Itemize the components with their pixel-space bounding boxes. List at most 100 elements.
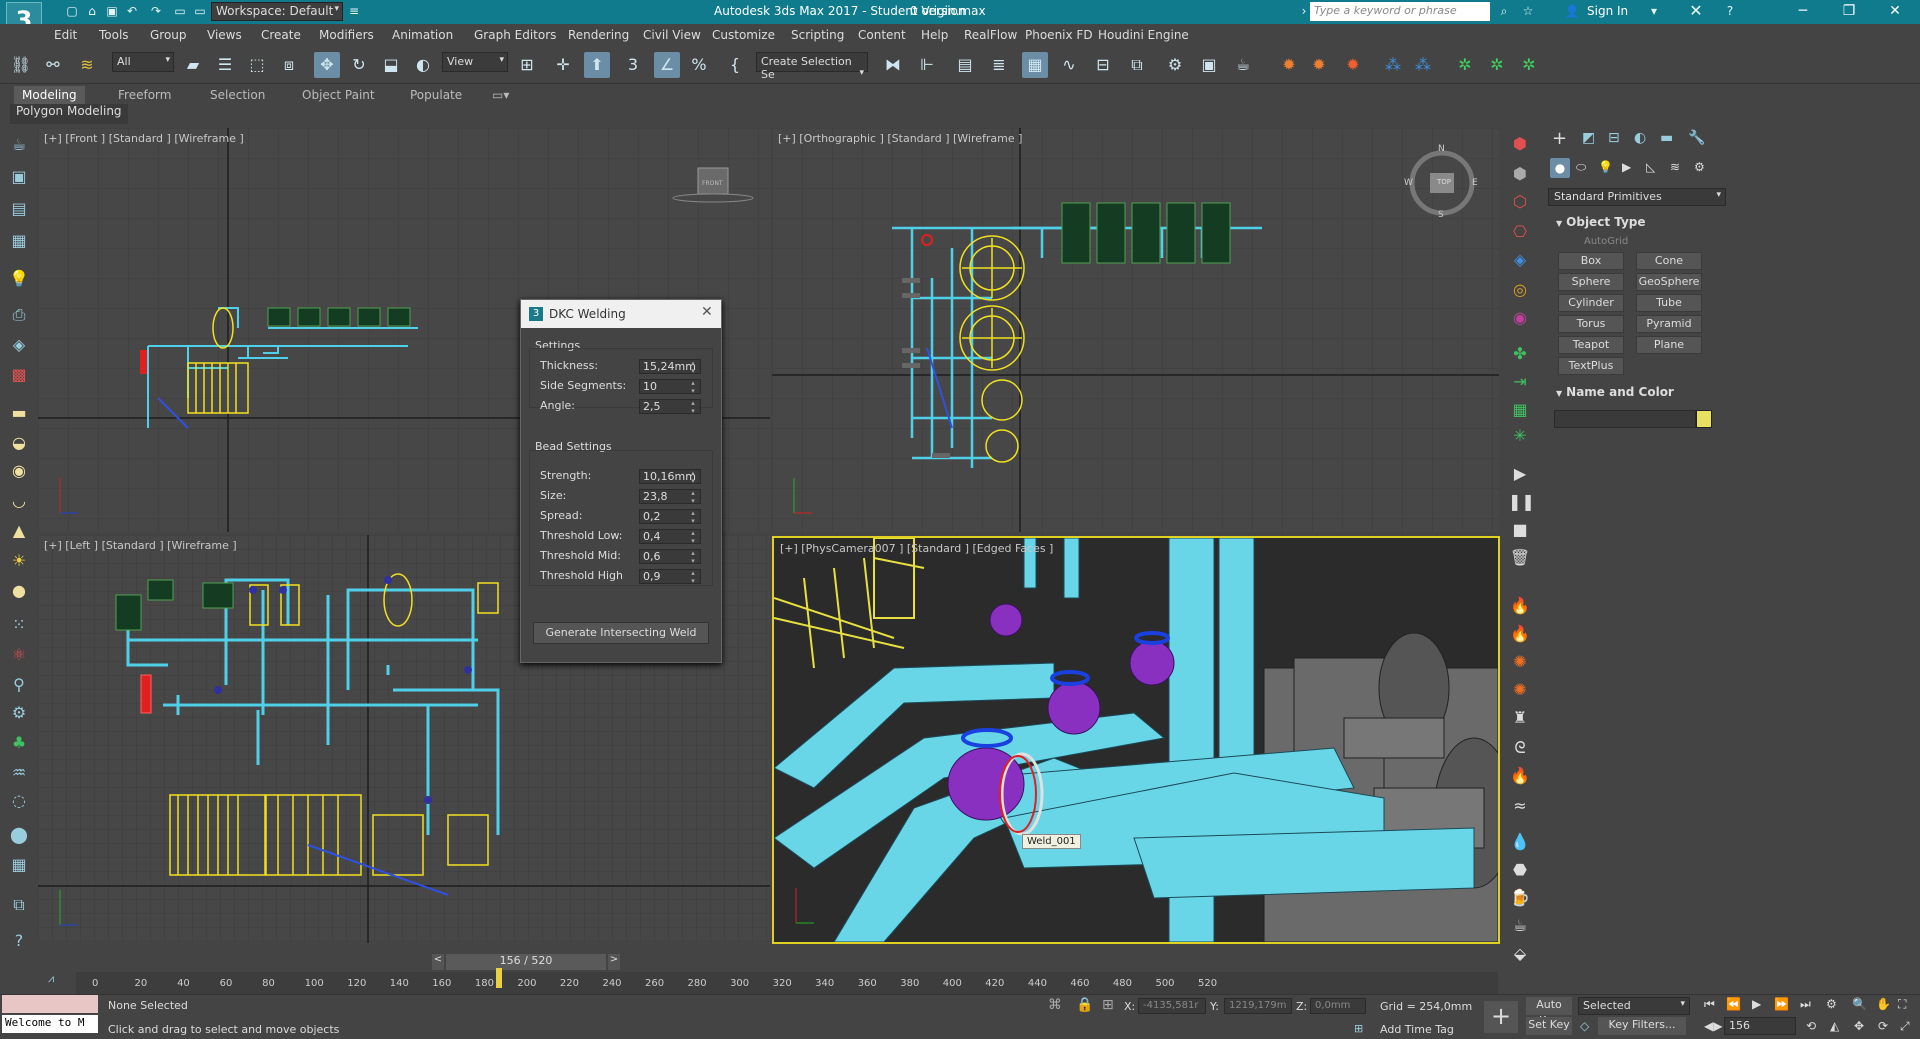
play-animation-icon[interactable]: ▶ [1752, 997, 1761, 1011]
foliage-icon[interactable]: ♣ [6, 730, 32, 756]
tube-button[interactable]: Tube [1636, 294, 1702, 312]
sphere-primitive-icon[interactable]: ● [6, 578, 32, 604]
menu-rendering[interactable]: Rendering [568, 28, 629, 42]
lights-icon[interactable]: 💡 [1598, 160, 1613, 174]
menu-graph-editors[interactable]: Graph Editors [474, 28, 556, 42]
current-frame-field[interactable]: 156 [1724, 1017, 1796, 1035]
z-coord-field[interactable]: 0,0mm [1310, 998, 1366, 1014]
time-config-icon[interactable]: ⚙ [1826, 997, 1837, 1011]
box-create-icon[interactable]: ⬢ [1508, 132, 1532, 156]
geosphere-button[interactable]: GeoSphere [1636, 273, 1702, 291]
grid-icon[interactable]: ▦ [6, 228, 32, 254]
viewport-left-label[interactable]: [+] [Left ] [Standard ] [Wireframe ] [44, 539, 237, 552]
walk-icon[interactable]: ✥ [1854, 1019, 1864, 1033]
extra-icon[interactable]: ⬙ [1508, 942, 1532, 966]
cloth-icon[interactable]: ◌ [6, 788, 32, 814]
x-coord-field[interactable]: -4135,581r [1138, 998, 1206, 1014]
threshold-mid-spinner[interactable]: 0,6 [639, 549, 701, 565]
help-icon[interactable]: ? [1722, 3, 1738, 19]
menu-realflow[interactable]: RealFlow [964, 28, 1017, 42]
menu-animation[interactable]: Animation [392, 28, 453, 42]
phoenix-source-icon[interactable]: ✹ [1340, 52, 1366, 78]
grid-green-icon[interactable]: ▦ [1508, 398, 1532, 422]
viewport-ortho-label[interactable]: [+] [Orthographic ] [Standard ] [Wirefra… [778, 132, 1022, 145]
cone-button[interactable]: Cone [1636, 252, 1702, 270]
scatter-green-icon[interactable]: ✤ [1508, 342, 1532, 366]
key-filters-button[interactable]: Key Filters... [1598, 1017, 1686, 1035]
houdini-curve-icon[interactable]: ✲ [1484, 52, 1510, 78]
create-tab-icon[interactable]: + [1552, 128, 1567, 149]
window-crossing-icon[interactable]: ⧈ [276, 52, 302, 78]
favorites-icon[interactable]: ☆ [1520, 3, 1536, 19]
add-time-tag[interactable]: Add Time Tag [1380, 1023, 1454, 1036]
viewport-camera-label[interactable]: [+] [PhysCamera007 ] [Standard ] [Edged … [780, 542, 1053, 555]
dialog-close-icon[interactable]: ✕ [701, 304, 713, 320]
auto-key-button[interactable]: Auto Key [1526, 997, 1572, 1027]
hair-icon[interactable]: ♒ [6, 760, 32, 786]
viewcube-front[interactable]: FRONT [702, 180, 723, 187]
spacewarps-icon[interactable]: ≋ [1670, 160, 1680, 174]
plane-primitive-icon[interactable]: ▬ [6, 400, 32, 426]
strength-spinner[interactable]: 10,16mm [639, 469, 701, 485]
rendered-frame-icon[interactable]: ▣ [1196, 52, 1222, 78]
select-object-icon[interactable]: ▰ [180, 52, 206, 78]
play-icon[interactable]: ▶ [1508, 462, 1532, 486]
search-input[interactable]: Type a keyword or phrase [1310, 2, 1490, 21]
spread-spinner[interactable]: 0,2 [639, 509, 701, 525]
flame3-icon[interactable]: 🔥 [1508, 764, 1532, 788]
bind-spacewarp-icon[interactable]: ≋ [74, 52, 100, 78]
realflow-domain-icon[interactable]: ⁂ [1410, 52, 1436, 78]
set-key-button[interactable]: Set Key [1526, 1017, 1572, 1035]
liquid-icon[interactable]: ⬣ [1508, 858, 1532, 882]
sphere-button[interactable]: Sphere [1558, 273, 1624, 291]
render-production-icon[interactable]: ☕ [1230, 52, 1256, 78]
phoenix-liquid-icon[interactable]: ✹ [1306, 52, 1332, 78]
calculator-icon[interactable]: ▦ [6, 852, 32, 878]
orbit-icon[interactable]: ⟲ [1806, 1019, 1816, 1033]
torus-button[interactable]: Torus [1558, 315, 1624, 333]
menu-create[interactable]: Create [261, 28, 301, 42]
hierarchy-tab-icon[interactable]: ⊟ [1608, 130, 1620, 146]
tab-populate[interactable]: Populate [402, 86, 470, 106]
menu-modifiers[interactable]: Modifiers [319, 28, 374, 42]
thickness-spinner[interactable]: 15,24mm [639, 359, 701, 375]
save-icon[interactable]: ▣ [104, 3, 120, 19]
percent-snap-icon[interactable]: % [686, 52, 712, 78]
hemisphere-icon[interactable]: ◒ [6, 430, 32, 456]
next-key-icon[interactable]: ⏩ [1774, 997, 1789, 1011]
hold-icon[interactable]: ▭ [172, 3, 188, 19]
viewcube-top[interactable]: TOP [1437, 178, 1451, 186]
box-button[interactable]: Box [1558, 252, 1624, 270]
snaps-toggle-icon[interactable]: 3 [620, 52, 646, 78]
named-selection-set-dropdown[interactable]: Create Selection Se ▾ [756, 52, 868, 81]
flame-blue-icon[interactable]: ◈ [1508, 248, 1532, 272]
tab-freeform[interactable]: Freeform [110, 86, 179, 106]
menu-content[interactable]: Content [858, 28, 906, 42]
layers-icon[interactable]: ⧉ [6, 892, 32, 918]
keyboard-shortcut-icon[interactable]: ⬆ [584, 52, 610, 78]
spinner-snap-icon[interactable]: { [722, 52, 748, 78]
user-icon[interactable]: 👤 [1564, 3, 1580, 19]
cup-icon[interactable]: ☕ [1508, 914, 1532, 938]
arrow-green-icon[interactable]: ⇥ [1508, 370, 1532, 394]
tab-object-paint[interactable]: Object Paint [294, 86, 383, 106]
move-icon[interactable]: ✥ [314, 52, 340, 78]
explosion-icon[interactable]: ✺ [1508, 678, 1532, 702]
side-segments-spinner[interactable]: 10 [639, 379, 701, 395]
key-filter-icon[interactable]: ◇ [1580, 1019, 1589, 1033]
display-tab-icon[interactable]: ▬ [1660, 130, 1673, 146]
mirror-icon[interactable]: ⧓ [880, 52, 906, 78]
menu-tools[interactable]: Tools [99, 28, 129, 42]
ribbon-polygon-modeling[interactable]: Polygon Modeling [10, 104, 128, 124]
orbit-sub-icon[interactable]: ⟳ [1878, 1019, 1888, 1033]
sign-in-link[interactable]: Sign In [1587, 4, 1628, 18]
isolate-icon[interactable]: ⌘ [1048, 997, 1062, 1013]
scene-explorer-icon[interactable]: ▤ [952, 52, 978, 78]
exchange-icon[interactable]: ✕ [1688, 3, 1704, 19]
drop-icon[interactable]: 💧 [1508, 830, 1532, 854]
layer-explorer-icon[interactable]: ≣ [986, 52, 1012, 78]
prev-key-icon[interactable]: ⏪ [1726, 997, 1741, 1011]
name-color-rollout[interactable]: ▼ Name and Color [1544, 382, 1724, 402]
pan-icon[interactable]: ✋ [1876, 997, 1891, 1011]
camera-icon[interactable]: ⎙ [6, 302, 32, 328]
